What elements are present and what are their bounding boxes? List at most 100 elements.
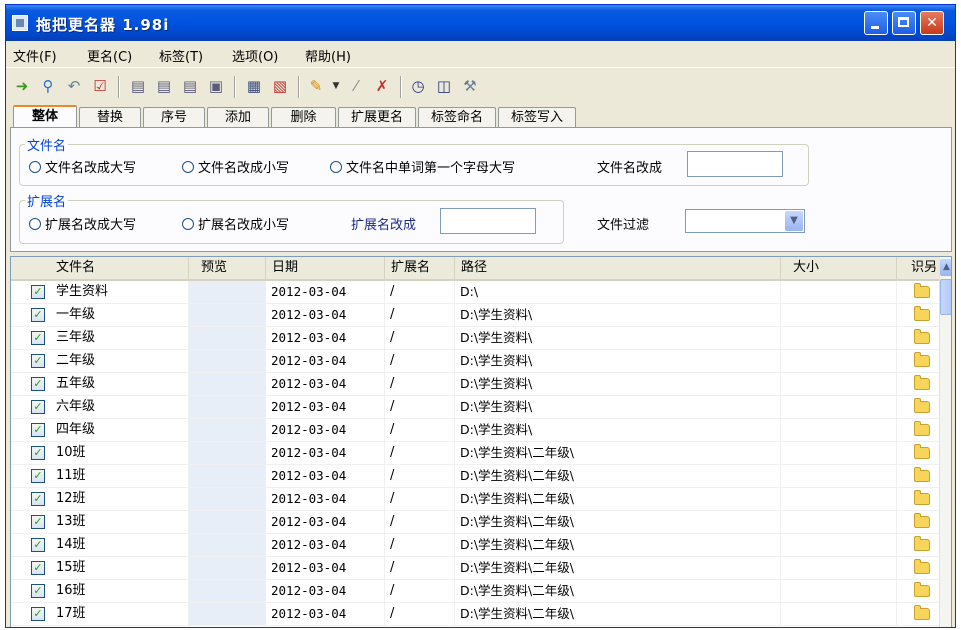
title-bar[interactable]: 拖把更名器 1.98i ✕ [6,5,955,41]
col-ext[interactable]: 扩展名 [385,257,455,279]
radio-ext-upper[interactable]: 扩展名改成大写 [29,214,136,233]
brush-icon[interactable]: ✎ [306,76,326,96]
add-files-icon[interactable]: ➜ [12,76,32,96]
filter-select[interactable]: ▼ [685,209,805,233]
cell-path: D:\学生资料\ [455,350,781,372]
folder-icon[interactable] [914,421,930,436]
col-preview[interactable]: 预览 [189,257,266,279]
radio-ext-lower[interactable]: 扩展名改成小写 [182,214,289,233]
tab-tag-naming[interactable]: 标签命名 [418,107,496,127]
folder-icon[interactable] [914,559,930,574]
clock-icon[interactable]: ◷ [408,76,428,96]
folder-icon[interactable] [914,490,930,505]
tab-replace[interactable]: 替换 [79,107,141,127]
folder-icon[interactable] [914,513,930,528]
app-window: 拖把更名器 1.98i ✕ 文件(F) 更名(C) 标签(T) 选项(O) 帮助… [5,4,956,628]
col-rec[interactable]: 识另 [897,257,941,279]
folder-icon[interactable] [914,352,930,367]
radio-circle[interactable] [330,160,342,173]
folder-icon[interactable] [914,283,930,298]
tag-icon[interactable]: ▣ [206,76,226,96]
col-size[interactable]: 大小 [781,257,897,279]
dropdown-arrow-icon[interactable]: ▼ [326,76,346,96]
window-icon[interactable]: ◫ [434,76,454,96]
radio-filename-upper[interactable]: 文件名改成大写 [29,157,136,176]
app-icon[interactable] [12,15,28,31]
table-row[interactable]: ✓ 14班 2012-03-04/D:\学生资料\二年级\ [11,534,941,557]
tag-icon[interactable]: ▤ [154,76,174,96]
check-all-icon[interactable]: ☑ [90,76,110,96]
col-date[interactable]: 日期 [266,257,385,279]
tab-tag-write[interactable]: 标签写入 [498,107,576,127]
folder-icon[interactable] [914,375,930,390]
menu-tags[interactable]: 标签(T) [159,46,203,65]
table-row[interactable]: ✓ 12班 2012-03-04/D:\学生资料\二年级\ [11,488,941,511]
tools-icon[interactable]: ⚒ [460,76,480,96]
menu-help[interactable]: 帮助(H) [305,46,351,65]
clear-icon[interactable]: ▧ [270,76,290,96]
folder-icon[interactable] [914,605,930,620]
folder-icon[interactable] [914,306,930,321]
radio-circle[interactable] [29,217,41,230]
cell-rec [897,603,941,625]
tag-icon[interactable]: ▤ [180,76,200,96]
table-row[interactable]: ✓ 二年级 2012-03-04/D:\学生资料\ [11,350,941,373]
menu-file[interactable]: 文件(F) [13,46,57,65]
tab-ext-rename[interactable]: 扩展更名 [338,107,416,127]
table-row[interactable]: ✓ 15班 2012-03-04/D:\学生资料\二年级\ [11,557,941,580]
table-row[interactable]: ✓ 三年级 2012-03-04/D:\学生资料\ [11,327,941,350]
folder-icon[interactable] [914,444,930,459]
radio-circle[interactable] [182,217,194,230]
radio-circle[interactable] [29,160,41,173]
table-row[interactable]: ✓ 四年级 2012-03-04/D:\学生资料\ [11,419,941,442]
table-row[interactable]: ✓ 13班 2012-03-04/D:\学生资料\二年级\ [11,511,941,534]
tab-add[interactable]: 添加 [207,107,269,127]
col-path[interactable]: 路径 [455,257,781,279]
table-row[interactable]: ✓ 学生资料 2012-03-04/D:\ [11,281,941,304]
cell-ext: / [385,442,455,464]
folder-icon[interactable] [914,398,930,413]
tab-overall[interactable]: 整体 [13,105,77,129]
chevron-down-icon[interactable]: ▼ [785,211,803,231]
tab-delete[interactable]: 删除 [271,107,336,127]
minimize-button[interactable] [864,11,888,35]
tab-sequence[interactable]: 序号 [143,107,205,127]
tag-icon[interactable]: ▤ [128,76,148,96]
table-row[interactable]: ✓ 五年级 2012-03-04/D:\学生资料\ [11,373,941,396]
cell-size [781,442,897,464]
table-row[interactable]: ✓ 六年级 2012-03-04/D:\学生资料\ [11,396,941,419]
cell-preview [189,373,266,395]
vertical-scrollbar[interactable]: ▲ [939,257,951,627]
table-row[interactable]: ✓ 11班 2012-03-04/D:\学生资料\二年级\ [11,465,941,488]
cell-size [781,373,897,395]
filter-icon[interactable]: ⁄ [346,76,366,96]
folder-icon[interactable] [914,582,930,597]
cell-rec [897,465,941,487]
radio-circle[interactable] [182,160,194,173]
maximize-button[interactable] [892,11,916,35]
cell-rec [897,350,941,372]
folder-icon[interactable] [914,536,930,551]
table-row[interactable]: ✓ 10班 2012-03-04/D:\学生资料\二年级\ [11,442,941,465]
document-icon[interactable]: ▦ [244,76,264,96]
scroll-up-icon[interactable]: ▲ [940,259,951,276]
close-button[interactable]: ✕ [920,11,944,35]
menu-options[interactable]: 选项(O) [232,46,278,65]
folder-icon[interactable] [914,329,930,344]
delete-filter-icon[interactable]: ✗ [372,76,392,96]
undo-icon[interactable]: ↶ [64,76,84,96]
table-row[interactable]: ✓ 一年级 2012-03-04/D:\学生资料\ [11,304,941,327]
col-name[interactable]: 文件名 [11,257,189,279]
folder-icon[interactable] [914,467,930,482]
table-row[interactable]: ✓ 17班 2012-03-04/D:\学生资料\二年级\ [11,603,941,626]
radio-filename-capitalize[interactable]: 文件名中单词第一个字母大写 [330,157,515,176]
search-icon[interactable]: ⚲ [38,76,58,96]
radio-filename-lower[interactable]: 文件名改成小写 [182,157,289,176]
table-row[interactable]: ✓ 16班 2012-03-04/D:\学生资料\二年级\ [11,580,941,603]
filename-change-input[interactable] [687,151,783,177]
cell-ext: / [385,557,455,579]
scroll-thumb[interactable] [940,279,951,315]
cell-name: 学生资料 [11,281,189,303]
ext-change-input[interactable] [440,208,536,234]
menu-rename[interactable]: 更名(C) [87,46,132,65]
